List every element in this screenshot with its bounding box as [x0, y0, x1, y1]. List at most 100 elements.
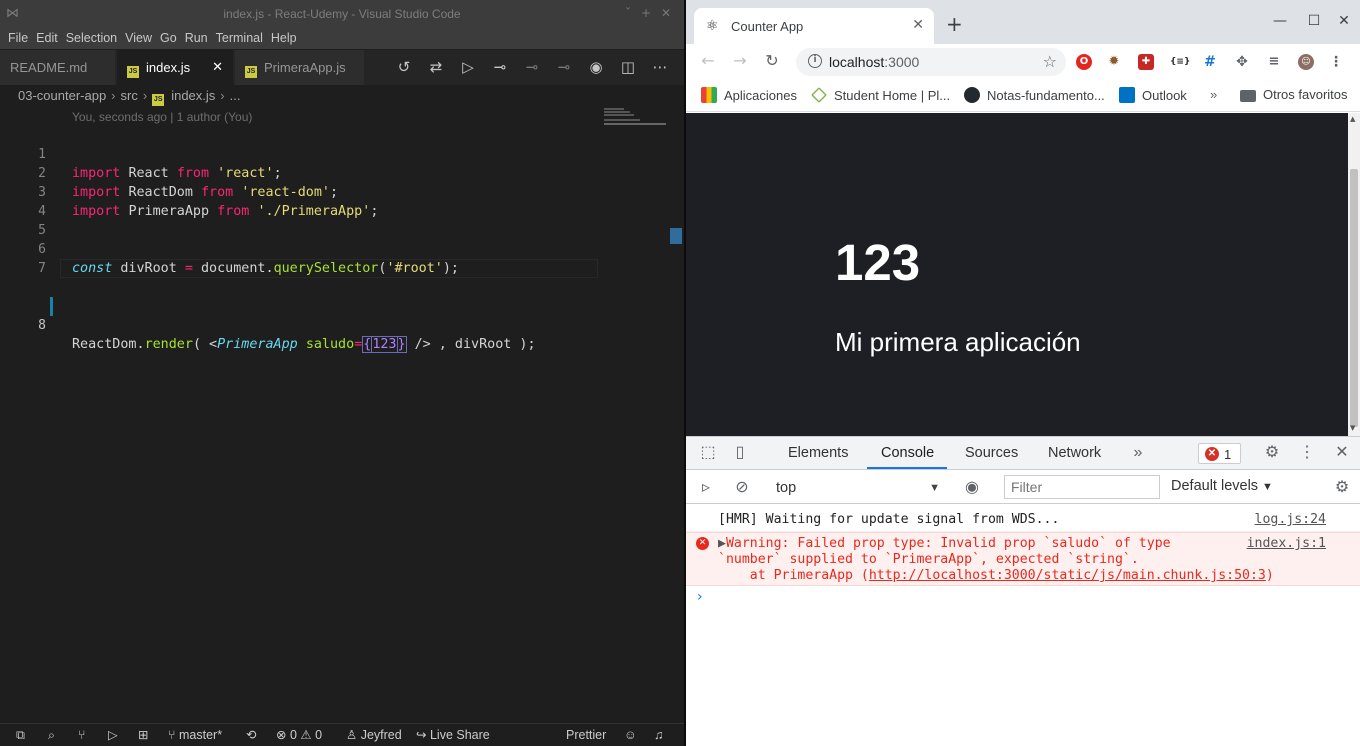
more-actions-icon[interactable]: ⋯: [644, 58, 676, 76]
bookmark-star-icon[interactable]: ☆: [1043, 52, 1057, 71]
bookmark-apps[interactable]: Aplicaciones: [701, 87, 797, 104]
git-blame-annotation[interactable]: You, seconds ago | 1 author (You): [72, 110, 252, 124]
grid-extension-icon[interactable]: #: [1202, 54, 1218, 70]
address-bar[interactable]: i localhost:3000 ☆: [796, 48, 1066, 76]
search-icon[interactable]: ⌕: [48, 728, 55, 743]
console-prompt-icon[interactable]: ›: [697, 589, 703, 605]
code-editor[interactable]: You, seconds ago | 1 author (You) 1 impo…: [0, 107, 684, 723]
close-window-icon[interactable]: ✕: [1334, 13, 1354, 29]
new-tab-button[interactable]: +: [946, 14, 963, 34]
extensions-puzzle-icon[interactable]: ✥: [1234, 54, 1250, 70]
menu-terminal[interactable]: Terminal: [212, 27, 267, 49]
minimize-icon[interactable]: —: [1270, 13, 1290, 29]
tab-sources[interactable]: Sources: [965, 445, 1018, 461]
error-count-badge[interactable]: ✕ 1: [1198, 443, 1241, 464]
sync-icon[interactable]: ⟲: [246, 728, 256, 743]
prettier-status[interactable]: Prettier: [566, 728, 606, 743]
minimap[interactable]: [604, 107, 670, 127]
menu-help[interactable]: Help: [267, 27, 301, 49]
scroll-up-icon[interactable]: ▲: [1350, 115, 1355, 123]
scrollbar-thumb[interactable]: [1350, 169, 1358, 427]
log-levels-dropdown[interactable]: Default levels ▼: [1171, 478, 1273, 494]
media-control-icon[interactable]: ≡: [1266, 54, 1282, 70]
open-changes-icon[interactable]: ⇄: [420, 58, 452, 76]
browser-tab[interactable]: ⚛ Counter App ✕: [694, 8, 934, 44]
chrome-menu-icon[interactable]: ⋮: [1328, 54, 1344, 70]
puzzle-extension-icon[interactable]: ✚: [1138, 54, 1154, 70]
git-commit-icon[interactable]: ⊸: [484, 58, 516, 76]
tab-primeraapp-js[interactable]: JS PrimeraApp.js: [235, 50, 365, 85]
extensions-icon[interactable]: ⊞: [138, 728, 148, 743]
page-scrollbar[interactable]: ▲ ▼: [1348, 113, 1360, 436]
menu-view[interactable]: View: [121, 27, 156, 49]
message-source-link[interactable]: index.js:1: [1247, 536, 1326, 552]
branch-status[interactable]: ⑂ master*: [168, 728, 222, 743]
maximize-icon[interactable]: +: [638, 5, 654, 21]
menu-file[interactable]: File: [4, 27, 32, 49]
reload-icon[interactable]: ↻: [762, 52, 782, 70]
bookmark-other-favorites[interactable]: Otros favoritos: [1240, 87, 1348, 103]
live-share-status[interactable]: ↪ Live Share: [416, 728, 490, 743]
git-previous-icon[interactable]: ⊸: [516, 58, 548, 76]
context-selector[interactable]: top ▼: [768, 477, 940, 499]
inspect-element-icon[interactable]: ⬚: [698, 444, 718, 462]
stack-trace-link[interactable]: http://localhost:3000/static/js/main.chu…: [869, 568, 1266, 583]
feedback-icon[interactable]: ☺: [624, 728, 637, 743]
tab-index-js[interactable]: JS index.js ✕: [117, 50, 234, 85]
bookmark-notas[interactable]: Notas-fundamento...: [964, 87, 1105, 104]
tab-console[interactable]: Console: [881, 445, 934, 461]
breadcrumb-folder[interactable]: src: [121, 88, 138, 103]
forward-icon[interactable]: →: [730, 52, 750, 70]
breadcrumb-folder[interactable]: 03-counter-app: [18, 88, 106, 103]
close-devtools-icon[interactable]: ✕: [1332, 444, 1352, 462]
scroll-down-icon[interactable]: ▼: [1350, 424, 1355, 432]
expand-triangle-icon[interactable]: ▶: [718, 536, 726, 551]
close-tab-icon[interactable]: ✕: [212, 59, 223, 75]
console-filter-input[interactable]: [1004, 475, 1160, 499]
menu-edit[interactable]: Edit: [32, 27, 62, 49]
source-control-icon[interactable]: ⑂: [78, 728, 86, 743]
run-debug-icon[interactable]: ▷: [108, 728, 118, 743]
explorer-icon[interactable]: ⧉: [16, 728, 25, 743]
breadcrumb-file[interactable]: index.js: [171, 88, 215, 103]
bug-extension-icon[interactable]: ✹: [1106, 54, 1122, 70]
maximize-icon[interactable]: ☐: [1304, 13, 1324, 29]
tab-network[interactable]: Network: [1048, 445, 1101, 461]
back-icon[interactable]: ←: [698, 52, 718, 70]
minimize-icon[interactable]: ˇ: [620, 5, 636, 21]
message-source-link[interactable]: log.js:24: [1255, 512, 1326, 528]
bookmark-student-home[interactable]: Student Home | Pl...: [811, 87, 950, 104]
user-status[interactable]: ♙ Jeyfred: [346, 728, 402, 743]
notifications-bell-icon[interactable]: ♫: [654, 728, 663, 743]
close-tab-icon[interactable]: ✕: [912, 17, 924, 33]
show-sidebar-icon[interactable]: ▹: [696, 479, 716, 497]
json-extension-icon[interactable]: {≡}: [1170, 54, 1190, 70]
clear-console-icon[interactable]: ⊘: [732, 479, 752, 497]
menu-selection[interactable]: Selection: [62, 27, 121, 49]
profile-avatar[interactable]: ☺: [1298, 54, 1314, 70]
opera-extension-icon[interactable]: O: [1076, 54, 1092, 70]
breadcrumb-symbol[interactable]: ...: [230, 88, 241, 103]
problems-status[interactable]: ⊗ 0 ⚠ 0: [276, 728, 322, 743]
git-next-icon[interactable]: ⊸: [548, 58, 580, 76]
tab-elements[interactable]: Elements: [788, 445, 848, 461]
run-icon[interactable]: ▷: [452, 58, 484, 76]
close-window-icon[interactable]: ✕: [658, 5, 674, 21]
tab-readme[interactable]: README.md: [0, 50, 116, 85]
chrome-window: ⚛ Counter App ✕ + — ☐ ✕ ← → ↻ i localhos…: [686, 0, 1360, 746]
more-bookmarks-icon[interactable]: »: [1210, 87, 1217, 103]
bookmark-outlook[interactable]: Outlook: [1119, 87, 1187, 104]
timeline-icon[interactable]: ↺: [388, 58, 420, 76]
menu-go[interactable]: Go: [156, 27, 181, 49]
settings-gear-icon[interactable]: ⚙: [1262, 444, 1282, 462]
split-editor-icon[interactable]: ◫: [612, 58, 644, 76]
more-tabs-icon[interactable]: »: [1128, 444, 1148, 462]
live-share-icon[interactable]: ◉: [580, 58, 612, 76]
console-settings-gear-icon[interactable]: ⚙: [1332, 479, 1352, 497]
more-options-icon[interactable]: ⋮: [1297, 444, 1317, 462]
menu-run[interactable]: Run: [181, 27, 212, 49]
breadcrumb: 03-counter-app › src › JS index.js ›...: [0, 85, 684, 107]
device-toolbar-icon[interactable]: ▯: [730, 444, 750, 462]
site-info-icon[interactable]: i: [808, 54, 822, 68]
live-expression-eye-icon[interactable]: ◉: [962, 479, 982, 497]
